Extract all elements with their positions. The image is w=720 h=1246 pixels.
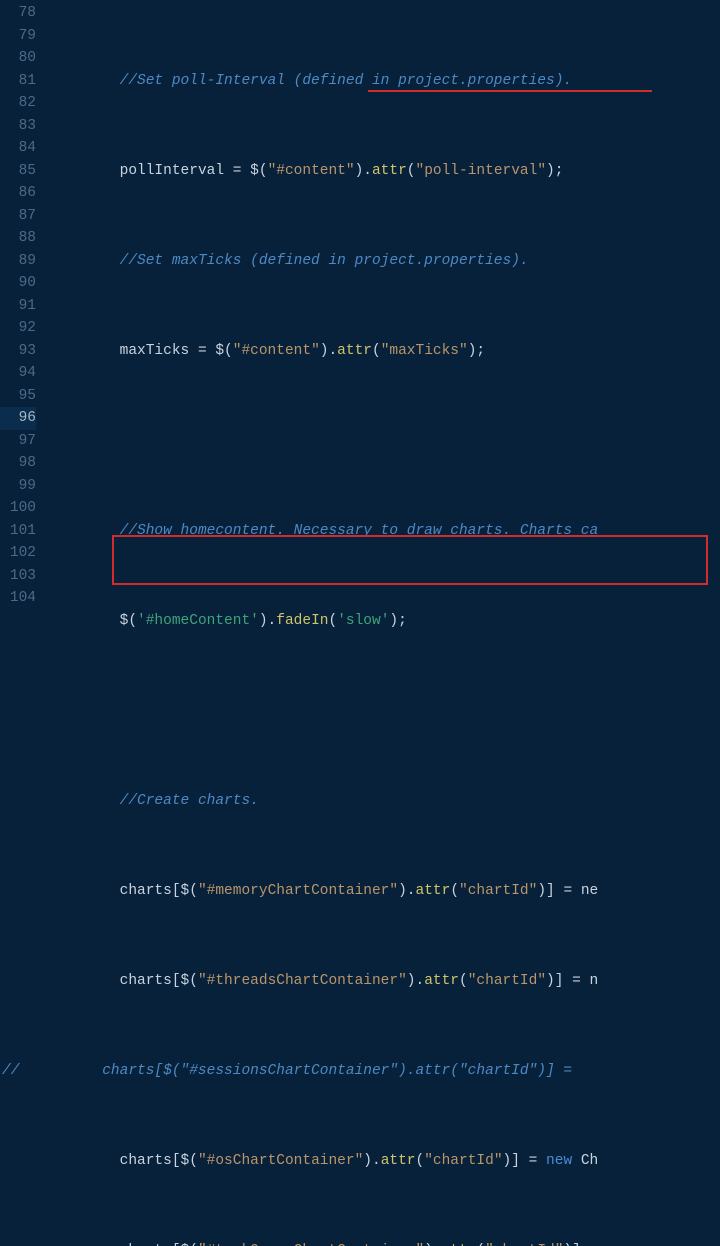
code-area[interactable]: //Set poll-Interval (defined in project.…: [50, 0, 720, 623]
line-number: 101: [0, 520, 36, 543]
line-number: 81: [0, 70, 36, 93]
comment-text: //Create charts.: [120, 793, 259, 809]
line-number: 100: [0, 497, 36, 520]
line-number: 93: [0, 340, 36, 363]
line-number: 104: [0, 587, 36, 610]
line-number: 85: [0, 160, 36, 183]
line-number-gutter: 7879808182838485868788899091929394959697…: [0, 0, 50, 623]
code-line[interactable]: //Create charts.: [50, 790, 720, 813]
code-line[interactable]: //Set maxTicks (defined in project.prope…: [50, 250, 720, 273]
line-number: 97: [0, 430, 36, 453]
line-number: 99: [0, 475, 36, 498]
line-number: 96: [0, 407, 36, 430]
red-underline-annotation: [368, 90, 652, 92]
comment-text: charts[$("#sessionsChartContainer").attr…: [102, 1063, 572, 1079]
code-line[interactable]: //Show homecontent. Necessary to draw ch…: [50, 520, 720, 543]
line-number: 80: [0, 47, 36, 70]
line-number: 82: [0, 92, 36, 115]
line-number: 95: [0, 385, 36, 408]
code-line[interactable]: charts[$("#taskQueueChartContainer").att…: [50, 1240, 720, 1246]
line-number: 103: [0, 565, 36, 588]
line-number: 90: [0, 272, 36, 295]
code-line[interactable]: //Set poll-Interval (defined in project.…: [50, 70, 720, 93]
line-number: 91: [0, 295, 36, 318]
line-number: 87: [0, 205, 36, 228]
code-line[interactable]: charts[$("#osChartContainer").attr("char…: [50, 1150, 720, 1173]
code-line[interactable]: charts[$("#threadsChartContainer").attr(…: [50, 970, 720, 993]
line-number: 78: [0, 2, 36, 25]
comment-text: //Set maxTicks (defined in project.prope…: [120, 253, 529, 269]
code-line[interactable]: maxTicks = $("#content").attr("maxTicks"…: [50, 340, 720, 363]
comment-text: //Show homecontent. Necessary to draw ch…: [120, 523, 599, 539]
line-number: 94: [0, 362, 36, 385]
code-line[interactable]: [50, 430, 720, 453]
line-number: 79: [0, 25, 36, 48]
line-number: 84: [0, 137, 36, 160]
code-line[interactable]: // charts[$("#sessionsChartContainer").a…: [50, 1060, 720, 1083]
line-number: 86: [0, 182, 36, 205]
code-line[interactable]: charts[$("#memoryChartContainer").attr("…: [50, 880, 720, 903]
code-line[interactable]: pollInterval = $("#content").attr("poll-…: [50, 160, 720, 183]
line-number: 83: [0, 115, 36, 138]
code-line[interactable]: $('#homeContent').fadeIn('slow');: [50, 610, 720, 633]
line-number: 98: [0, 452, 36, 475]
line-number: 102: [0, 542, 36, 565]
line-number: 89: [0, 250, 36, 273]
line-number: 92: [0, 317, 36, 340]
line-number: 88: [0, 227, 36, 250]
code-line[interactable]: [50, 700, 720, 723]
comment-text: //Set poll-Interval (defined in project.…: [120, 73, 572, 89]
comment-marker: //: [2, 1060, 19, 1083]
code-editor[interactable]: 7879808182838485868788899091929394959697…: [0, 0, 720, 623]
